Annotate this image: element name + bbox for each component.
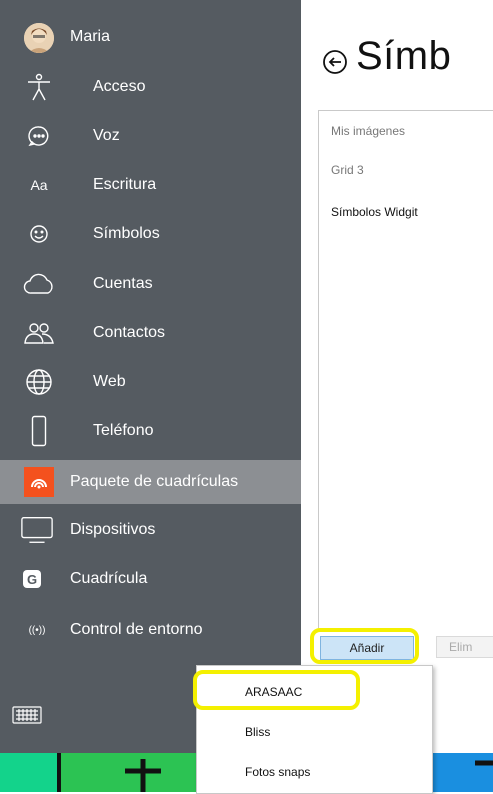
sidebar-item-voz[interactable]: Voz: [0, 114, 301, 158]
menu-item-fotos-snaps[interactable]: Fotos snaps: [245, 765, 310, 779]
sidebar-item-simbolos[interactable]: Símbolos: [0, 212, 301, 256]
people-icon: [22, 318, 56, 348]
bottom-tile-blue[interactable]: [431, 753, 493, 792]
plus-icon: [125, 759, 161, 792]
sidebar-item-label: Paquete de cuadrículas: [70, 473, 239, 490]
wireless-signal-icon: ((•)): [28, 624, 46, 636]
sidebar-item-cuentas[interactable]: Cuentas: [0, 262, 301, 306]
sidebar-item-contactos[interactable]: Contactos: [0, 311, 301, 355]
globe-icon: [22, 367, 56, 397]
grid-g-icon: G: [22, 564, 42, 594]
sidebar-item-label: Símbolos: [93, 225, 160, 242]
sidebar-item-label: Contactos: [93, 324, 166, 341]
smiley-icon: [22, 219, 56, 249]
symbol-sets-list[interactable]: Mis imágenes Grid 3 Símbolos Widgit: [318, 110, 493, 629]
monitor-icon: [20, 515, 54, 545]
sidebar: Maria Acceso Voz Aa Escritura Símbolos C…: [0, 0, 301, 753]
sidebar-item-label: Cuentas: [93, 275, 153, 292]
sidebar-item-label: Web: [93, 373, 126, 390]
list-item[interactable]: Grid 3: [331, 163, 364, 177]
sidebar-item-escritura[interactable]: Aa Escritura: [0, 163, 301, 207]
keyboard-icon[interactable]: [12, 706, 42, 729]
sidebar-item-dispositivos[interactable]: Dispositivos: [0, 508, 301, 552]
gridset-package-icon: [24, 467, 54, 497]
sidebar-item-label: Control de entorno: [70, 621, 203, 638]
list-item[interactable]: Mis imágenes: [331, 124, 405, 138]
bottom-tile-teal[interactable]: [0, 753, 57, 792]
page-title: Símb: [356, 34, 452, 78]
sidebar-item-paquete-de-cuadriculas[interactable]: Paquete de cuadrículas: [0, 460, 301, 504]
list-item[interactable]: Símbolos Widgit: [331, 205, 418, 219]
back-arrow-icon[interactable]: [322, 49, 348, 75]
avatar: [24, 23, 54, 53]
sidebar-item-control-de-entorno[interactable]: ((•)) Control de entorno: [0, 608, 301, 652]
delete-button[interactable]: Elim: [436, 636, 493, 658]
sidebar-item-label: Cuadrícula: [70, 570, 148, 587]
highlight-add-button: [310, 628, 419, 664]
sidebar-item-label: Escritura: [93, 176, 157, 193]
text-aa-icon: Aa: [30, 177, 48, 193]
highlight-arasaac: [193, 670, 360, 710]
minus-icon: [475, 760, 493, 766]
phone-icon: [22, 415, 56, 447]
sidebar-item-web[interactable]: Web: [0, 360, 301, 404]
sidebar-item-telefono[interactable]: Teléfono: [0, 409, 301, 453]
accessibility-icon: [22, 72, 56, 102]
cloud-icon: [22, 269, 56, 299]
sidebar-item-label: Acceso: [93, 78, 146, 95]
sidebar-item-cuadricula[interactable]: G Cuadrícula: [0, 557, 301, 601]
sidebar-item-label: Voz: [93, 127, 120, 144]
user-name: Maria: [70, 28, 111, 45]
sidebar-item-acceso[interactable]: Acceso: [0, 65, 301, 109]
svg-text:G: G: [27, 572, 37, 587]
sidebar-item-label: Dispositivos: [70, 521, 156, 538]
sidebar-item-label: Teléfono: [93, 422, 154, 439]
speech-bubble-icon: [22, 121, 56, 151]
menu-item-bliss[interactable]: Bliss: [245, 725, 270, 739]
user-profile[interactable]: Maria: [0, 16, 301, 60]
